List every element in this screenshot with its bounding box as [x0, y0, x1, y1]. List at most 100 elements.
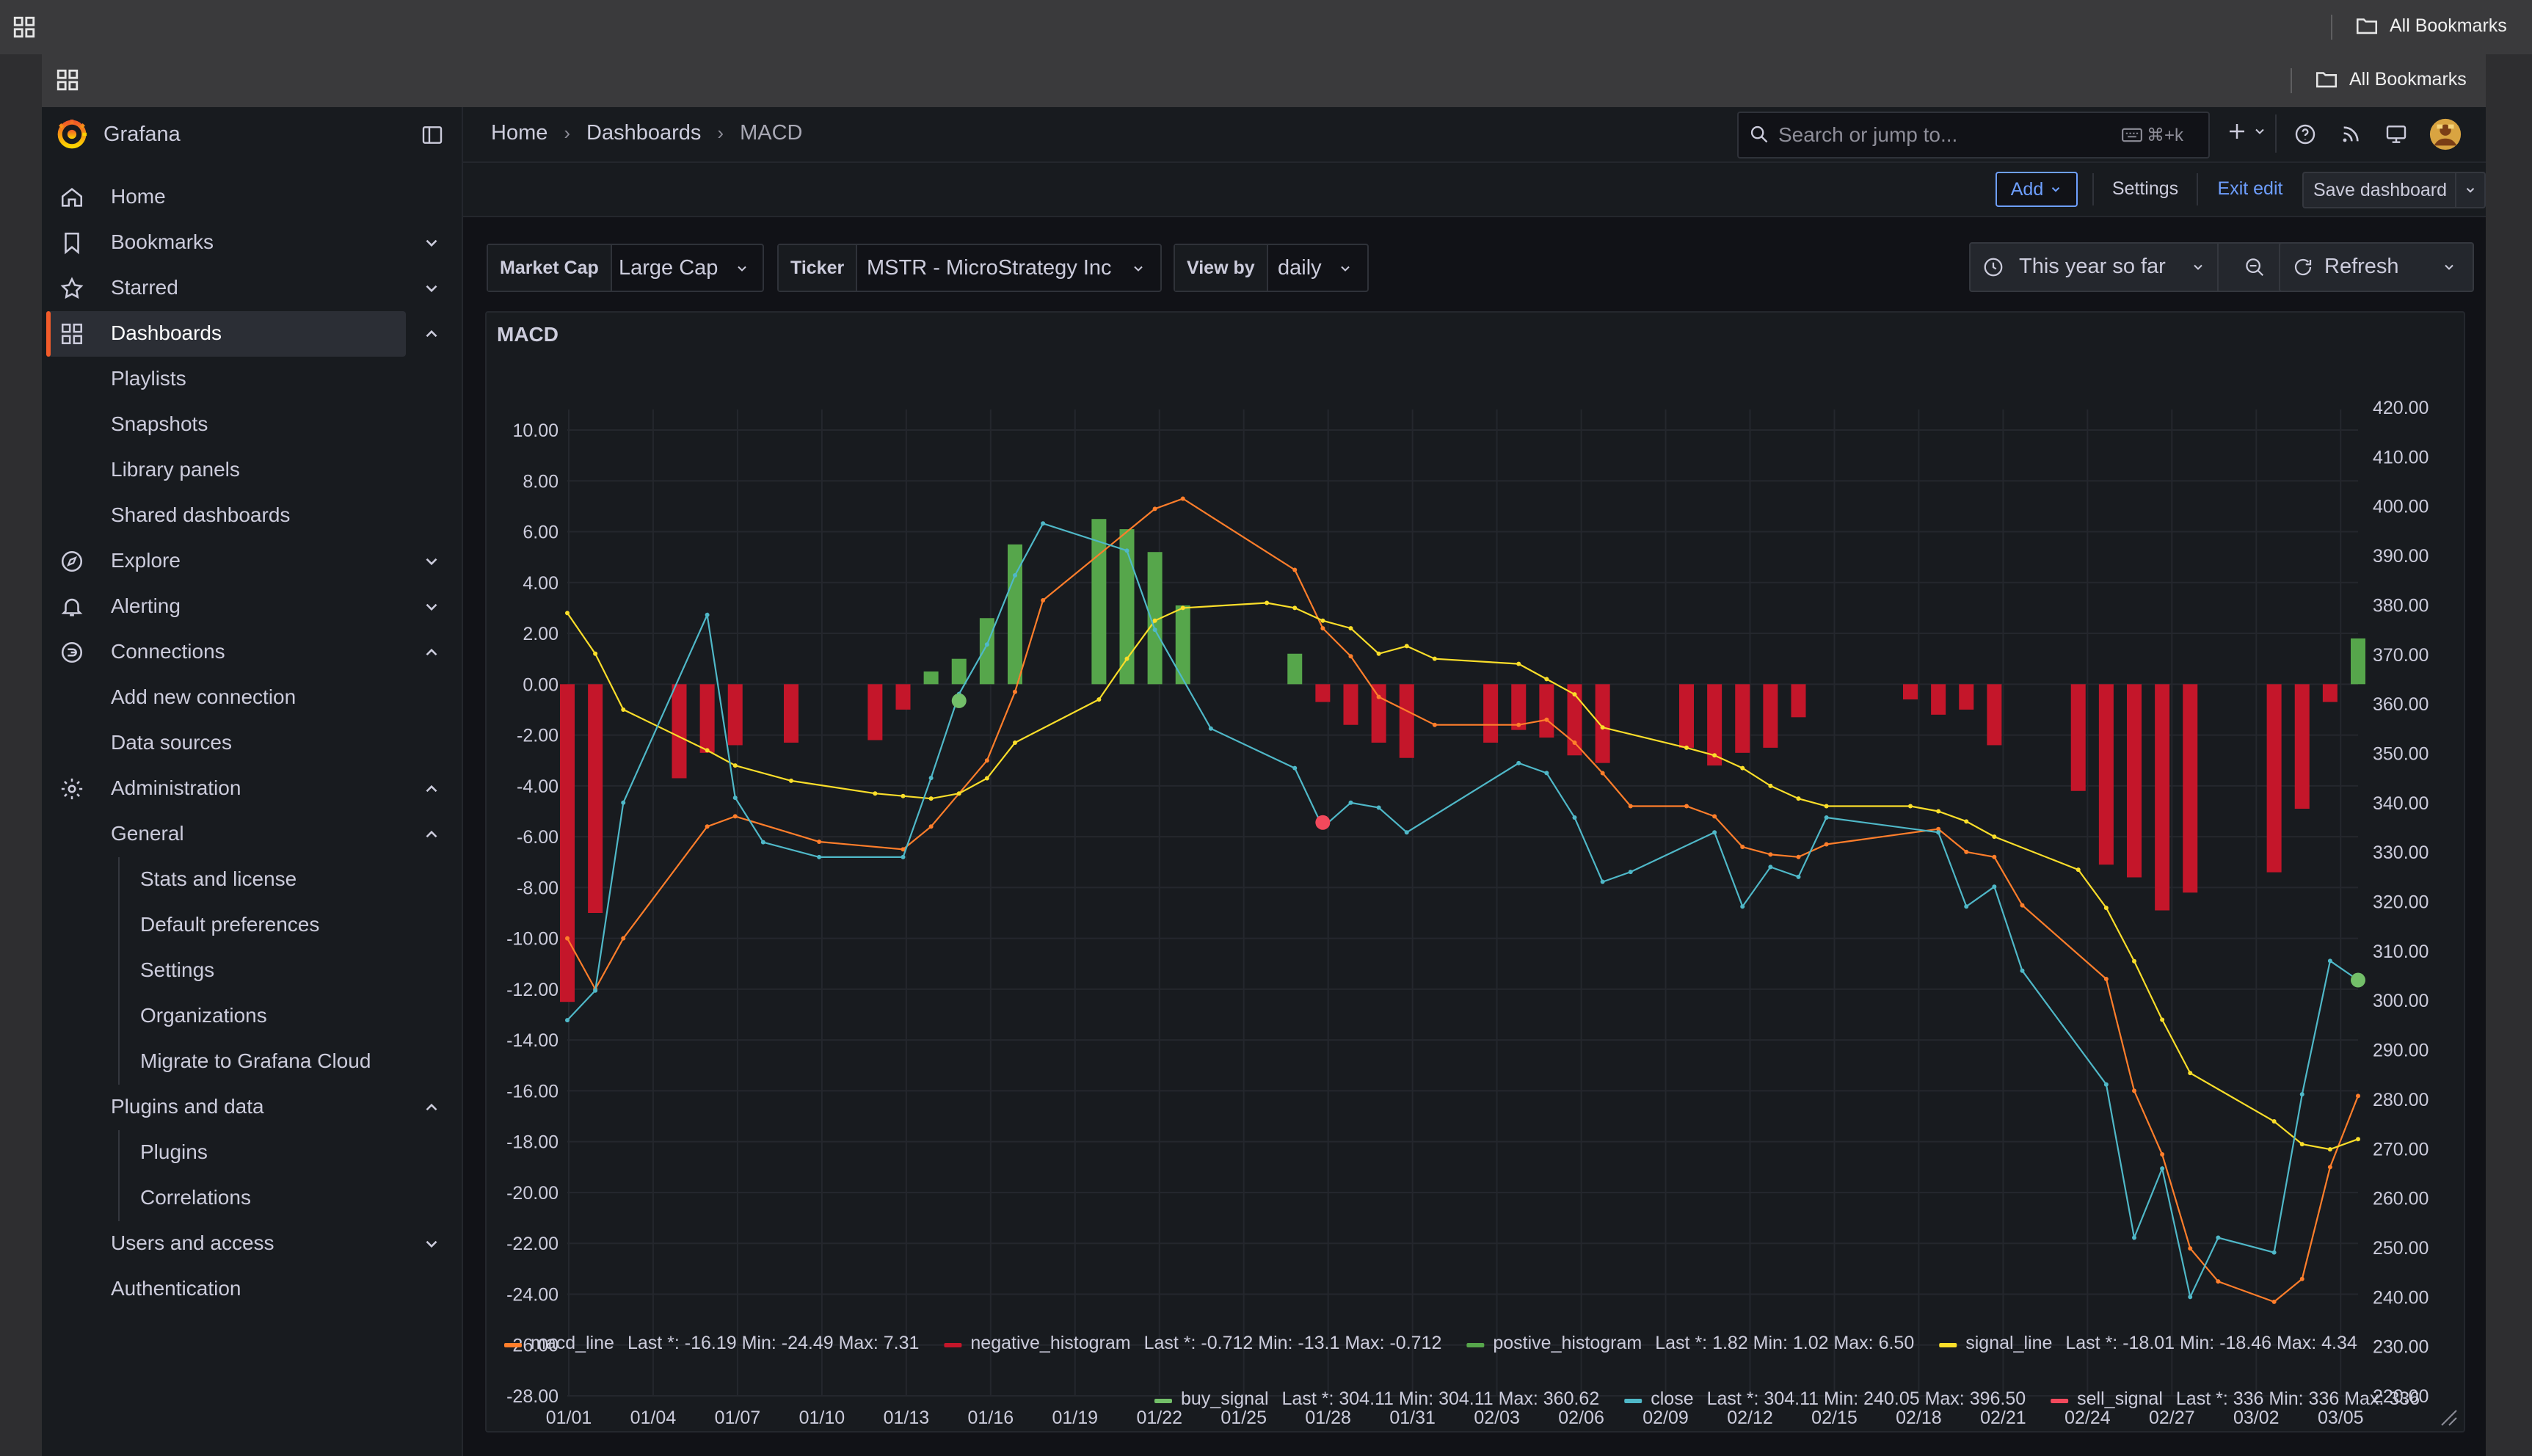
macd-chart[interactable]: 10.00 8.00 6.00 4.00 2.00 0.00 -2.00 -4.00 -6.00…	[487, 313, 2464, 1431]
breadcrumb-home[interactable]: Home	[491, 121, 547, 145]
top-nav: Home › Dashboards › MACD Search or jump …	[463, 107, 2486, 163]
variable-market-cap[interactable]: Market Cap Large Cap	[487, 244, 764, 292]
y-right-tick-label: 320.00	[2373, 892, 2429, 913]
signal_line-point	[1516, 661, 1521, 666]
breadcrumb-dashboards[interactable]: Dashboards	[586, 121, 701, 145]
variable-view-by[interactable]: View by daily	[1174, 244, 1369, 292]
buy_signal-marker[interactable]	[2351, 972, 2365, 988]
sidebar-item-connections[interactable]: Connections	[42, 630, 462, 675]
signal_line-point	[956, 791, 961, 796]
apps-grid-icon[interactable]	[55, 68, 80, 92]
legend-name-close[interactable]: close	[1651, 1388, 1693, 1409]
macd_line-point	[1041, 598, 1046, 603]
macd_line-point	[1740, 844, 1745, 849]
variable-ticker[interactable]: Ticker MSTR - MicroStrategy Inc	[777, 244, 1162, 292]
chevron-up-icon[interactable]	[422, 324, 441, 343]
chevron-down-icon[interactable]	[422, 552, 441, 571]
signal_line-point	[984, 776, 989, 781]
exit-edit-button[interactable]: Exit edit	[2210, 172, 2291, 205]
sidebar-item-general[interactable]: General	[42, 812, 462, 857]
chevron-down-icon	[1341, 266, 1350, 272]
chevron-up-icon[interactable]	[422, 825, 441, 844]
legend-stats-signal_line: Last *: -18.01 Min: -18.46 Max: 4.34	[2065, 1333, 2357, 1353]
all-bookmarks-button[interactable]: All Bookmarks	[2314, 67, 2467, 92]
legend-name-sell_signal[interactable]: sell_signal	[2077, 1388, 2163, 1409]
sidebar-item-playlists[interactable]: Playlists	[42, 357, 462, 402]
user-avatar[interactable]	[2429, 117, 2462, 151]
refresh-button[interactable]: Refresh	[2279, 242, 2430, 292]
sidebar-item-dashboards[interactable]: Dashboards	[42, 311, 462, 357]
sidebar-item-label: Starred	[111, 276, 178, 299]
news-feed-icon[interactable]	[2339, 123, 2362, 146]
y-left-tick-label: -16.00	[506, 1081, 559, 1102]
buy_signal-marker[interactable]	[951, 693, 967, 708]
sidebar-item-library-panels[interactable]: Library panels	[42, 448, 462, 493]
resize-handle-icon[interactable]	[2441, 1410, 2457, 1426]
legend-name-buy_signal[interactable]: buy_signal	[1181, 1388, 1269, 1409]
chevron-down-icon	[1134, 266, 1143, 272]
close-point	[1013, 572, 1017, 578]
save-dashboard-button[interactable]: Save dashboard	[2302, 172, 2456, 208]
negative_histogram-bar	[727, 684, 743, 746]
new-menu-button[interactable]	[2226, 120, 2267, 142]
y-left-tick-label: 8.00	[523, 471, 559, 492]
legend-name-negative_histogram[interactable]: negative_histogram	[970, 1333, 1130, 1353]
x-tick-label: 02/18	[1896, 1408, 1942, 1428]
sidebar-item-starred[interactable]: Starred	[42, 266, 462, 311]
sidebar-item-data-sources[interactable]: Data sources	[42, 721, 462, 766]
sidebar-item-users-and-access[interactable]: Users and access	[42, 1221, 462, 1267]
time-range-label: This year so far	[2019, 255, 2166, 278]
y-right-tick-label: 250.00	[2373, 1238, 2429, 1259]
sidebar-item-alerting[interactable]: Alerting	[42, 584, 462, 630]
legend-name-postive_histogram[interactable]: postive_histogram	[1493, 1333, 1642, 1353]
dashboards-icon	[61, 323, 83, 345]
add-button[interactable]: Add	[1996, 172, 2078, 207]
chevron-up-icon[interactable]	[422, 643, 441, 662]
apps-grid-icon[interactable]	[12, 15, 37, 40]
sidebar-item-home[interactable]: Home	[42, 175, 462, 220]
sidebar-item-bookmarks[interactable]: Bookmarks	[42, 220, 462, 266]
signal_line-point	[1013, 740, 1017, 745]
macd-panel[interactable]: MACD 10.00 8.00 6.00 4.00 2.00 0.00 -2.00 -4.00…	[485, 311, 2465, 1433]
y-left-tick-label: -8.00	[517, 878, 559, 898]
negative_histogram-bar	[2266, 684, 2282, 873]
sidebar-item-shared-dashboards[interactable]: Shared dashboards	[42, 493, 462, 539]
chevron-down-icon[interactable]	[422, 597, 441, 616]
sidebar-item-administration[interactable]: Administration	[42, 766, 462, 812]
legend-name-signal_line[interactable]: signal_line	[1965, 1333, 2052, 1353]
sidebar-item-correlations[interactable]: Correlations	[42, 1176, 462, 1221]
sidebar-item-authentication[interactable]: Authentication	[42, 1267, 462, 1312]
legend-name-macd_line[interactable]: macd_line	[531, 1333, 614, 1353]
kiosk-mode-icon[interactable]	[2384, 123, 2408, 146]
refresh-interval-button[interactable]	[2427, 242, 2474, 292]
sidebar-item-organizations[interactable]: Organizations	[42, 994, 462, 1039]
sidebar-item-label: Plugins	[140, 1140, 208, 1163]
zoom-out-icon[interactable]	[2244, 256, 2266, 278]
chevron-up-icon[interactable]	[422, 779, 441, 798]
help-icon[interactable]	[2293, 123, 2317, 146]
chevron-down-icon[interactable]	[422, 279, 441, 298]
sidebar-item-default-preferences[interactable]: Default preferences	[42, 903, 462, 948]
macd_line-point	[1712, 814, 1717, 819]
sidebar-item-plugins-and-data[interactable]: Plugins and data	[42, 1085, 462, 1130]
chevron-down-icon[interactable]	[422, 1234, 441, 1253]
grafana-home-link[interactable]: Grafana	[55, 117, 181, 151]
sidebar-item-explore[interactable]: Explore	[42, 539, 462, 584]
sidebar-item-migrate-to-grafana-cloud[interactable]: Migrate to Grafana Cloud	[42, 1039, 462, 1085]
settings-button[interactable]: Settings	[2106, 172, 2185, 205]
negative_histogram-bar	[1483, 684, 1499, 743]
sidebar-item-label: Playlists	[111, 367, 186, 390]
all-bookmarks-button[interactable]: All Bookmarks	[2354, 13, 2507, 38]
chevron-down-icon[interactable]	[422, 233, 441, 252]
sidebar-item-snapshots[interactable]: Snapshots	[42, 402, 462, 448]
search-input[interactable]: Search or jump to... ⌘+k	[1737, 112, 2210, 159]
save-options-button[interactable]	[2455, 172, 2486, 208]
dock-menu-icon[interactable]	[421, 123, 444, 147]
sidebar-item-stats-and-license[interactable]: Stats and license	[42, 857, 462, 903]
chevron-up-icon[interactable]	[422, 1098, 441, 1117]
sidebar-item-add-new-connection[interactable]: Add new connection	[42, 675, 462, 721]
sidebar-item-plugins[interactable]: Plugins	[42, 1130, 462, 1176]
time-range-picker[interactable]: This year so far	[1969, 242, 2308, 292]
sidebar-item-settings[interactable]: Settings	[42, 948, 462, 994]
sell_signal-marker[interactable]	[1315, 815, 1331, 830]
